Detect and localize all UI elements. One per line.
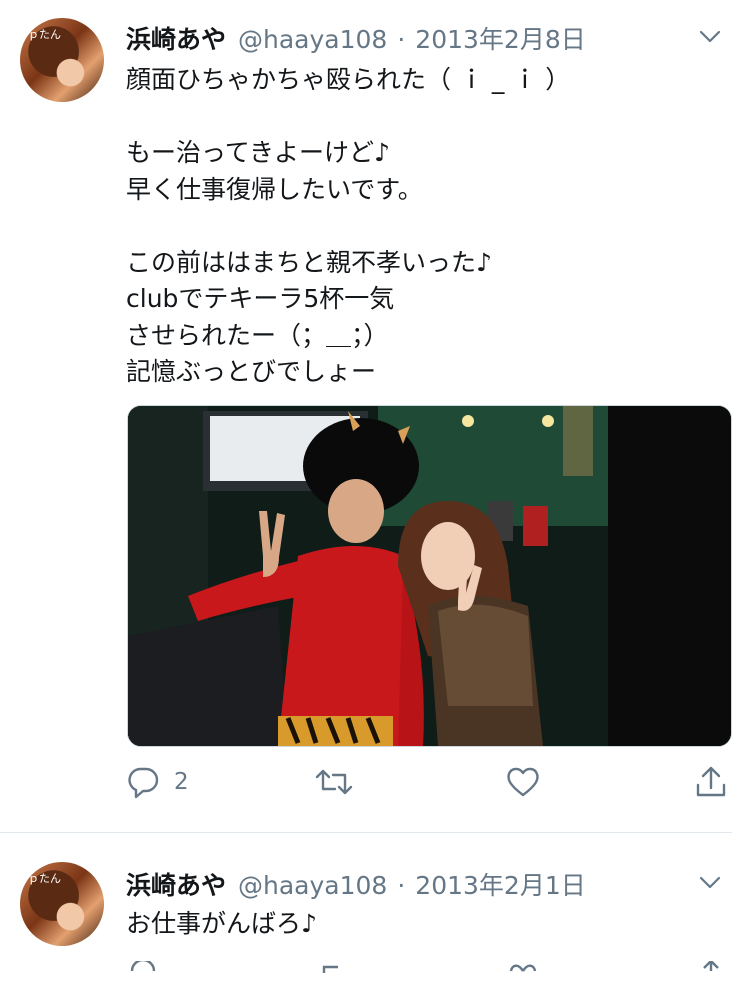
retweet-icon[interactable] (318, 963, 348, 973)
tweet-date[interactable]: 2013年2月1日 (415, 866, 585, 902)
tweet-header: 浜崎あや @haaya108 · 2013年2月1日 (126, 866, 586, 900)
avatar-label: ｐたん (28, 872, 61, 885)
separator-dot: · (397, 25, 406, 54)
chevron-down-icon[interactable] (698, 24, 722, 48)
avatar-label: ｐたん (28, 28, 61, 41)
user-handle[interactable]: @haaya108 (238, 25, 387, 54)
like-icon (507, 767, 539, 797)
reply-count: 2 (174, 769, 189, 795)
tweet-date[interactable]: 2013年2月8日 (415, 20, 585, 56)
chevron-down-icon[interactable] (698, 870, 722, 894)
share-button[interactable] (694, 765, 728, 799)
display-name[interactable]: 浜崎あや (126, 866, 226, 902)
tweet[interactable]: ｐたん 浜崎あや @haaya108 · 2013年2月8日 顔面ひちゃかちゃ殴… (0, 0, 732, 832)
tweet-photo[interactable] (127, 405, 732, 747)
user-handle[interactable]: @haaya108 (238, 871, 387, 900)
tweet-header: 浜崎あや @haaya108 · 2013年2月8日 (126, 20, 586, 54)
share-icon[interactable] (696, 961, 726, 971)
display-name[interactable]: 浜崎あや (126, 20, 226, 56)
separator-dot: · (397, 871, 406, 900)
tweet-text: 顔面ひちゃかちゃ殴られた（ ｉ _ ｉ ） もー治ってきよーけど♪ 早く仕事復帰… (126, 65, 571, 386)
avatar[interactable]: ｐたん (20, 18, 104, 102)
share-icon (696, 766, 726, 797)
reply-icon (128, 767, 159, 799)
tweet-actions: 2 (0, 765, 732, 805)
like-button[interactable] (505, 765, 555, 799)
reply-icon[interactable] (128, 961, 158, 971)
retweet-icon (315, 769, 353, 795)
photo-image (128, 406, 731, 746)
like-icon[interactable] (508, 963, 538, 973)
avatar[interactable]: ｐたん (20, 862, 104, 946)
tweet-text: お仕事がんばろ♪ (126, 909, 317, 938)
tweet[interactable]: ｐたん 浜崎あや @haaya108 · 2013年2月1日 お仕事がんばろ♪ (0, 833, 732, 973)
tweet-actions-partial (0, 961, 732, 1001)
retweet-button[interactable] (315, 765, 367, 799)
reply-button[interactable]: 2 (126, 765, 189, 799)
